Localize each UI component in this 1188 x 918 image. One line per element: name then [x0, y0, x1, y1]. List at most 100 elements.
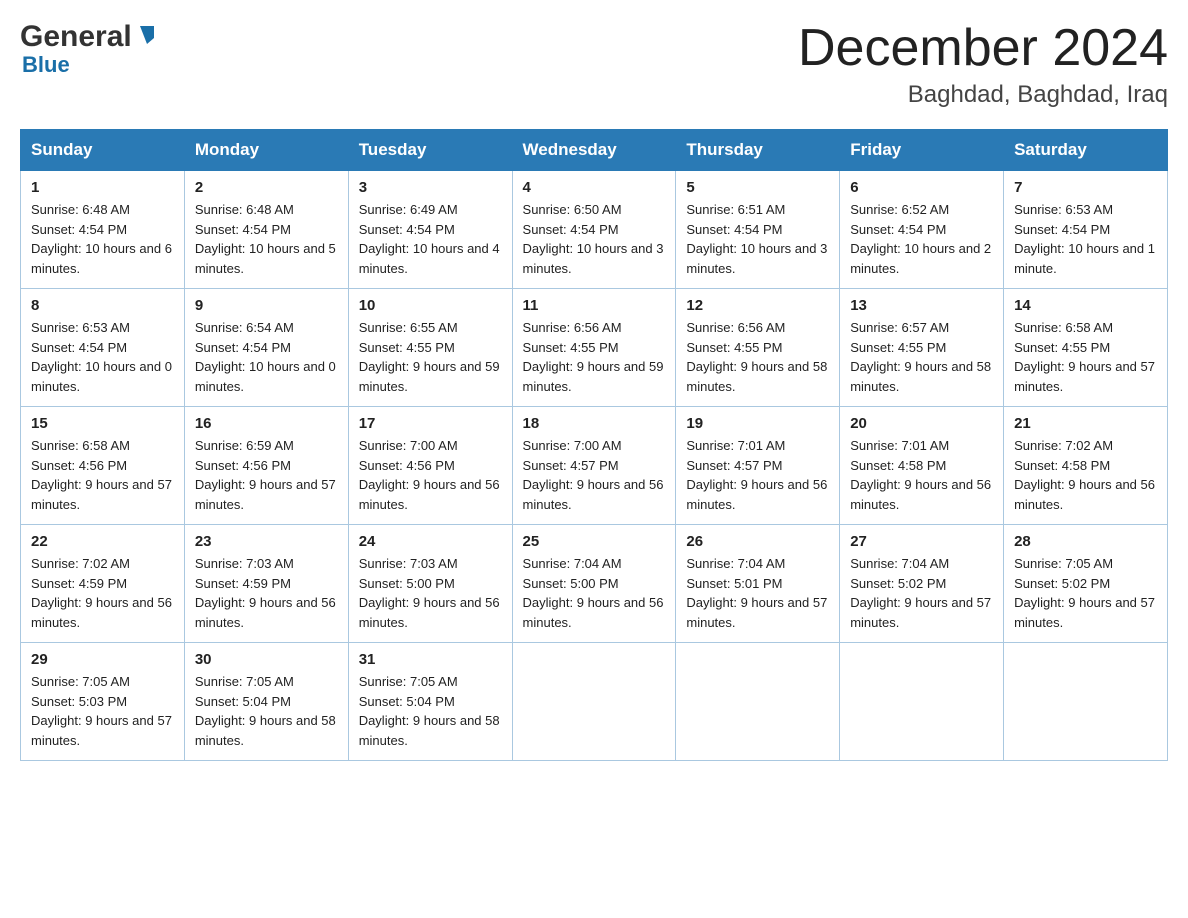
day-number: 24	[359, 533, 502, 550]
day-info: Sunrise: 7:05 AMSunset: 5:02 PMDaylight:…	[1014, 554, 1157, 632]
day-info: Sunrise: 6:50 AMSunset: 4:54 PMDaylight:…	[523, 200, 666, 278]
day-info: Sunrise: 6:48 AMSunset: 4:54 PMDaylight:…	[195, 200, 338, 278]
day-info: Sunrise: 6:51 AMSunset: 4:54 PMDaylight:…	[686, 200, 829, 278]
header: General Blue December 2024 Baghdad, Bagh…	[20, 20, 1168, 109]
day-header-sunday: Sunday	[21, 130, 185, 171]
day-info: Sunrise: 6:57 AMSunset: 4:55 PMDaylight:…	[850, 318, 993, 396]
day-info: Sunrise: 7:04 AMSunset: 5:01 PMDaylight:…	[686, 554, 829, 632]
day-info: Sunrise: 6:58 AMSunset: 4:55 PMDaylight:…	[1014, 318, 1157, 396]
day-info: Sunrise: 6:48 AMSunset: 4:54 PMDaylight:…	[31, 200, 174, 278]
calendar-cell: 30 Sunrise: 7:05 AMSunset: 5:04 PMDayligh…	[184, 643, 348, 761]
day-header-friday: Friday	[840, 130, 1004, 171]
day-info: Sunrise: 7:05 AMSunset: 5:04 PMDaylight:…	[195, 672, 338, 750]
calendar-cell: 2 Sunrise: 6:48 AMSunset: 4:54 PMDaylight…	[184, 171, 348, 289]
day-info: Sunrise: 7:05 AMSunset: 5:03 PMDaylight:…	[31, 672, 174, 750]
day-number: 13	[850, 297, 993, 314]
calendar-cell: 18 Sunrise: 7:00 AMSunset: 4:57 PMDayligh…	[512, 407, 676, 525]
day-number: 9	[195, 297, 338, 314]
day-number: 26	[686, 533, 829, 550]
day-number: 12	[686, 297, 829, 314]
day-number: 5	[686, 179, 829, 196]
day-info: Sunrise: 6:56 AMSunset: 4:55 PMDaylight:…	[686, 318, 829, 396]
day-number: 16	[195, 415, 338, 432]
calendar-cell: 4 Sunrise: 6:50 AMSunset: 4:54 PMDaylight…	[512, 171, 676, 289]
week-row-1: 1Sunrise: 6:48 AMSunset: 4:54 PMDaylight…	[21, 171, 1168, 289]
calendar-cell: 3Sunrise: 6:49 AMSunset: 4:54 PMDaylight…	[348, 171, 512, 289]
week-row-2: 8 Sunrise: 6:53 AMSunset: 4:54 PMDaylight…	[21, 289, 1168, 407]
calendar-cell: 7 Sunrise: 6:53 AMSunset: 4:54 PMDaylight…	[1004, 171, 1168, 289]
week-row-3: 15Sunrise: 6:58 AMSunset: 4:56 PMDayligh…	[21, 407, 1168, 525]
calendar-cell: 9 Sunrise: 6:54 AMSunset: 4:54 PMDaylight…	[184, 289, 348, 407]
calendar-cell	[512, 643, 676, 761]
day-info: Sunrise: 6:53 AMSunset: 4:54 PMDaylight:…	[31, 318, 174, 396]
day-number: 30	[195, 651, 338, 668]
day-info: Sunrise: 7:04 AMSunset: 5:00 PMDaylight:…	[523, 554, 666, 632]
logo-blue-text: Blue	[22, 52, 70, 78]
day-number: 8	[31, 297, 174, 314]
title-block: December 2024 Baghdad, Baghdad, Iraq	[798, 20, 1168, 109]
calendar-cell: 12 Sunrise: 6:56 AMSunset: 4:55 PMDayligh…	[676, 289, 840, 407]
calendar-cell	[676, 643, 840, 761]
calendar-cell: 5 Sunrise: 6:51 AMSunset: 4:54 PMDaylight…	[676, 171, 840, 289]
logo-general-text: General	[20, 20, 132, 54]
day-number: 28	[1014, 533, 1157, 550]
week-row-5: 29 Sunrise: 7:05 AMSunset: 5:03 PMDayligh…	[21, 643, 1168, 761]
calendar-cell: 17 Sunrise: 7:00 AMSunset: 4:56 PMDayligh…	[348, 407, 512, 525]
calendar-cell: 29 Sunrise: 7:05 AMSunset: 5:03 PMDayligh…	[21, 643, 185, 761]
day-info: Sunrise: 7:00 AMSunset: 4:56 PMDaylight:…	[359, 436, 502, 514]
day-info: Sunrise: 7:03 AMSunset: 5:00 PMDaylight:…	[359, 554, 502, 632]
calendar-cell	[1004, 643, 1168, 761]
day-number: 19	[686, 415, 829, 432]
location-title: Baghdad, Baghdad, Iraq	[798, 81, 1168, 109]
day-number: 11	[523, 297, 666, 314]
day-number: 31	[359, 651, 502, 668]
day-info: Sunrise: 7:02 AMSunset: 4:59 PMDaylight:…	[31, 554, 174, 632]
day-number: 2	[195, 179, 338, 196]
day-header-saturday: Saturday	[1004, 130, 1168, 171]
day-number: 20	[850, 415, 993, 432]
day-header-monday: Monday	[184, 130, 348, 171]
day-number: 14	[1014, 297, 1157, 314]
day-number: 27	[850, 533, 993, 550]
calendar-cell: 31Sunrise: 7:05 AMSunset: 5:04 PMDayligh…	[348, 643, 512, 761]
day-info: Sunrise: 6:52 AMSunset: 4:54 PMDaylight:…	[850, 200, 993, 278]
day-info: Sunrise: 6:54 AMSunset: 4:54 PMDaylight:…	[195, 318, 338, 396]
day-info: Sunrise: 7:01 AMSunset: 4:57 PMDaylight:…	[686, 436, 829, 514]
day-info: Sunrise: 6:58 AMSunset: 4:56 PMDaylight:…	[31, 436, 174, 514]
day-number: 25	[523, 533, 666, 550]
calendar-cell: 10Sunrise: 6:55 AMSunset: 4:55 PMDayligh…	[348, 289, 512, 407]
calendar-cell: 6 Sunrise: 6:52 AMSunset: 4:54 PMDaylight…	[840, 171, 1004, 289]
calendar-table: SundayMondayTuesdayWednesdayThursdayFrid…	[20, 129, 1168, 761]
month-title: December 2024	[798, 20, 1168, 77]
day-info: Sunrise: 7:00 AMSunset: 4:57 PMDaylight:…	[523, 436, 666, 514]
day-header-wednesday: Wednesday	[512, 130, 676, 171]
day-info: Sunrise: 6:59 AMSunset: 4:56 PMDaylight:…	[195, 436, 338, 514]
calendar-cell: 27 Sunrise: 7:04 AMSunset: 5:02 PMDayligh…	[840, 525, 1004, 643]
calendar-cell: 26 Sunrise: 7:04 AMSunset: 5:01 PMDayligh…	[676, 525, 840, 643]
logo: General Blue	[20, 20, 158, 78]
calendar-cell: 21 Sunrise: 7:02 AMSunset: 4:58 PMDayligh…	[1004, 407, 1168, 525]
day-number: 7	[1014, 179, 1157, 196]
day-number: 29	[31, 651, 174, 668]
calendar-cell: 28 Sunrise: 7:05 AMSunset: 5:02 PMDayligh…	[1004, 525, 1168, 643]
day-info: Sunrise: 7:04 AMSunset: 5:02 PMDaylight:…	[850, 554, 993, 632]
calendar-cell: 25 Sunrise: 7:04 AMSunset: 5:00 PMDayligh…	[512, 525, 676, 643]
day-number: 4	[523, 179, 666, 196]
calendar-cell: 1Sunrise: 6:48 AMSunset: 4:54 PMDaylight…	[21, 171, 185, 289]
calendar-cell: 24 Sunrise: 7:03 AMSunset: 5:00 PMDayligh…	[348, 525, 512, 643]
day-number: 21	[1014, 415, 1157, 432]
week-row-4: 22Sunrise: 7:02 AMSunset: 4:59 PMDayligh…	[21, 525, 1168, 643]
calendar-header-row: SundayMondayTuesdayWednesdayThursdayFrid…	[21, 130, 1168, 171]
day-number: 17	[359, 415, 502, 432]
day-info: Sunrise: 6:53 AMSunset: 4:54 PMDaylight:…	[1014, 200, 1157, 278]
day-info: Sunrise: 6:55 AMSunset: 4:55 PMDaylight:…	[359, 318, 502, 396]
day-info: Sunrise: 6:56 AMSunset: 4:55 PMDaylight:…	[523, 318, 666, 396]
day-info: Sunrise: 7:02 AMSunset: 4:58 PMDaylight:…	[1014, 436, 1157, 514]
day-number: 18	[523, 415, 666, 432]
calendar-cell: 19 Sunrise: 7:01 AMSunset: 4:57 PMDayligh…	[676, 407, 840, 525]
day-number: 6	[850, 179, 993, 196]
calendar-cell: 22Sunrise: 7:02 AMSunset: 4:59 PMDayligh…	[21, 525, 185, 643]
calendar-cell: 16 Sunrise: 6:59 AMSunset: 4:56 PMDayligh…	[184, 407, 348, 525]
logo-arrow-icon	[136, 24, 158, 46]
calendar-cell	[840, 643, 1004, 761]
